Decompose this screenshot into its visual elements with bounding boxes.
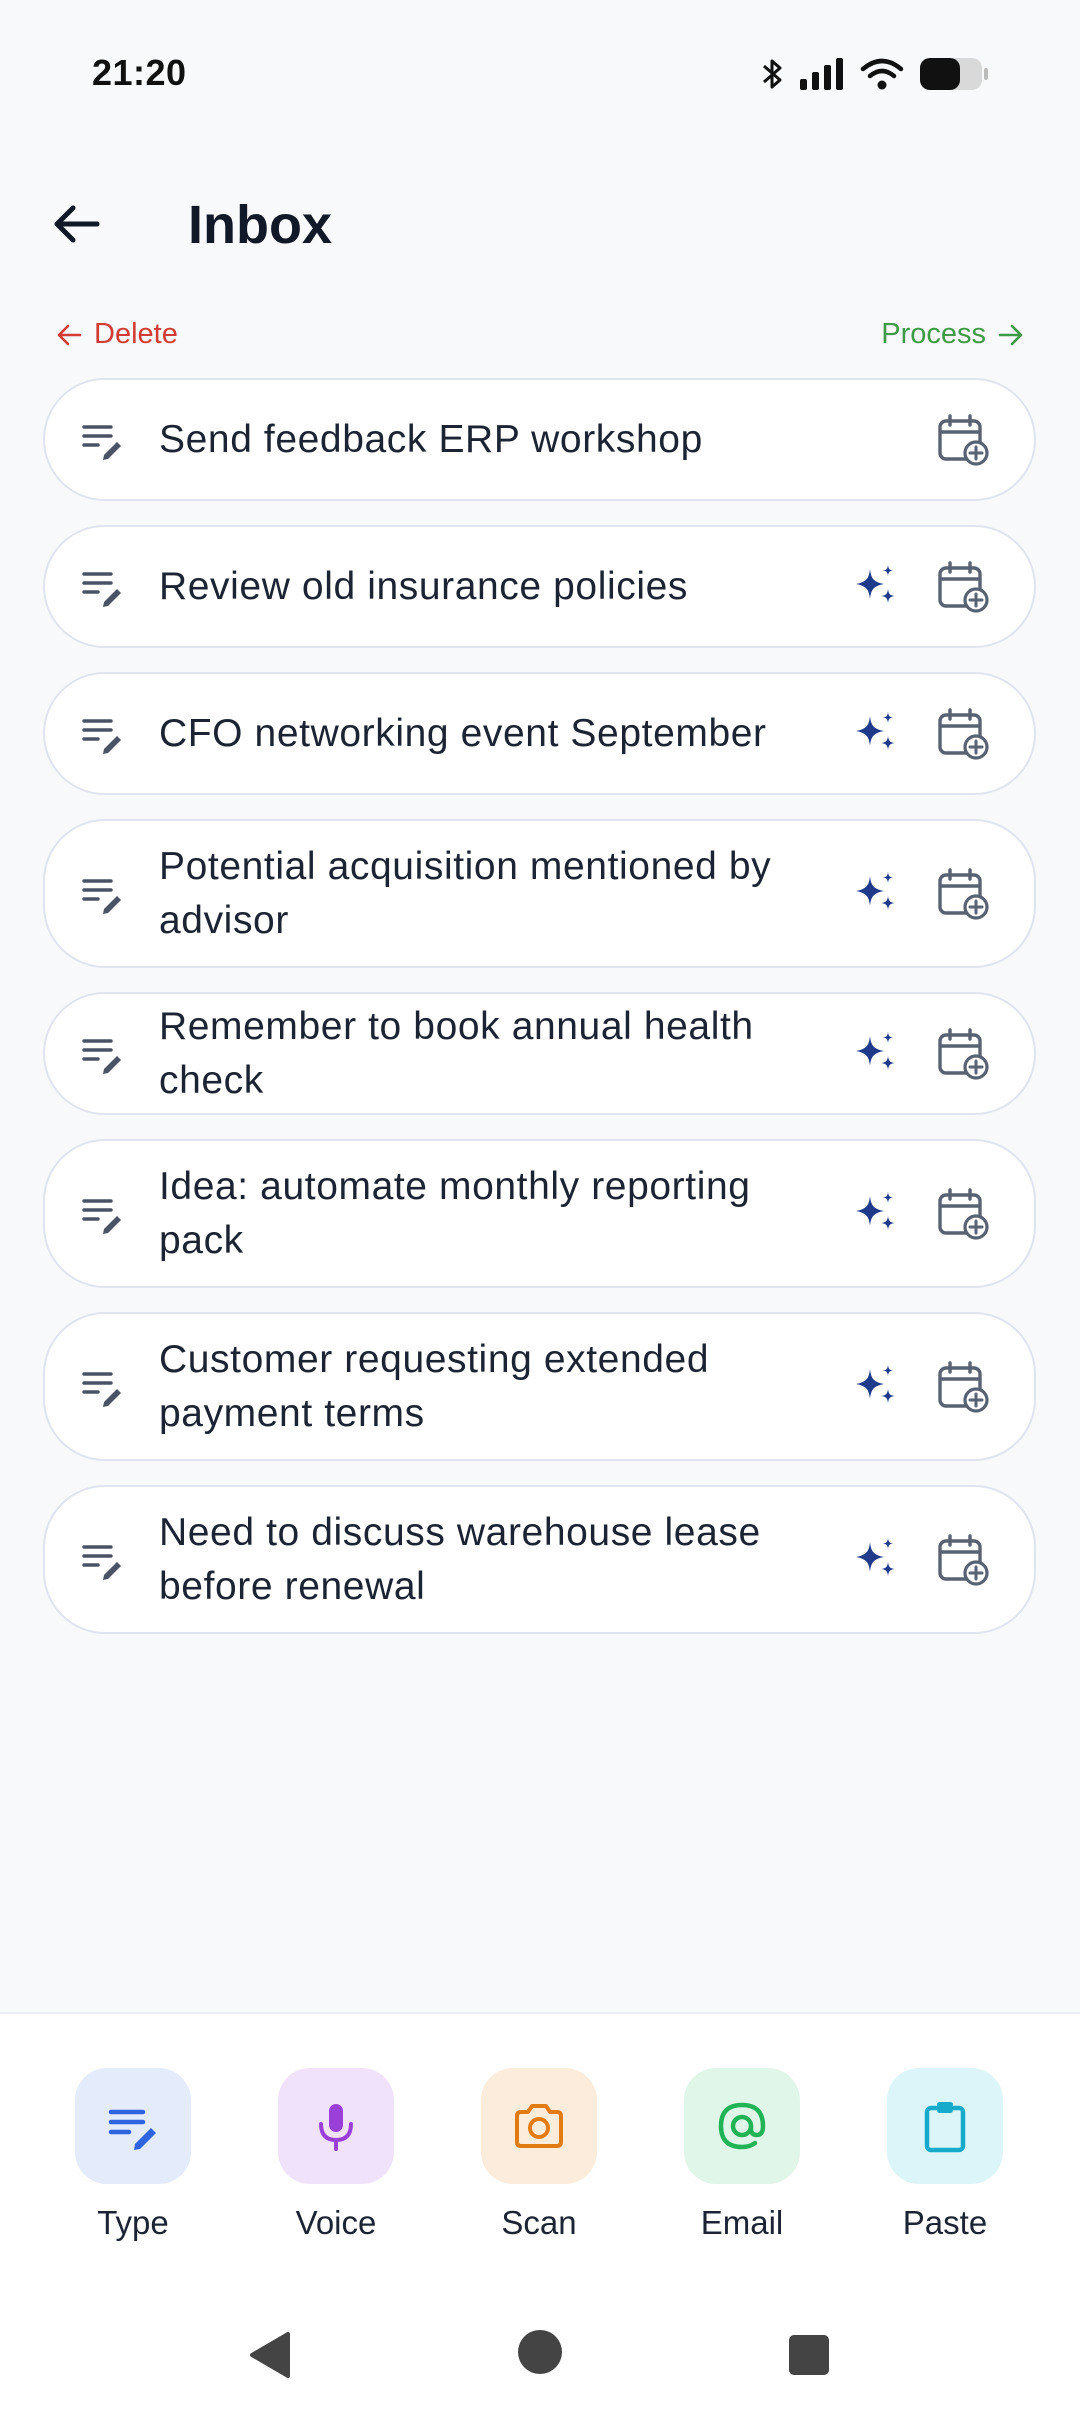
arrow-left-icon: [54, 205, 100, 243]
calendar-add-icon[interactable]: [936, 1533, 990, 1587]
calendar-add-icon[interactable]: [936, 413, 990, 467]
capture-scan-label: Scan: [501, 2204, 577, 2241]
inbox-item[interactable]: Need to discuss warehouse lease before r…: [43, 1485, 1036, 1634]
capture-scan-tile: [481, 2068, 597, 2184]
type-edit-icon: [108, 2109, 156, 2150]
capture-paste-label: Paste: [902, 2204, 988, 2241]
inbox-item[interactable]: Customer requesting extended payment ter…: [43, 1312, 1036, 1461]
capture-type-label: Type: [97, 2204, 169, 2241]
calendar-add-icon[interactable]: [936, 1187, 990, 1241]
process-action[interactable]: Process: [881, 318, 1024, 351]
capture-voice-tile: [278, 2068, 394, 2184]
ai-sparkle-icon[interactable]: [852, 1363, 900, 1411]
inbox-item-text: Potential acquisition mentioned by advis…: [159, 844, 772, 942]
bluetooth-icon: [760, 56, 784, 92]
capture-paste-button[interactable]: Paste: [855, 2068, 1035, 2242]
calendar-add-icon[interactable]: [936, 707, 990, 761]
ai-sparkle-icon[interactable]: [852, 870, 900, 918]
status-time: 21:20: [92, 52, 187, 93]
battery-icon: [918, 56, 990, 92]
inbox-item-text: Idea: automate monthly reporting pack: [159, 1164, 751, 1262]
note-icon: [81, 1365, 125, 1409]
page-title: Inbox: [188, 195, 332, 255]
header: Inbox: [0, 180, 1080, 270]
microphone-icon: [319, 2104, 353, 2151]
camera-icon: [515, 2104, 563, 2148]
note-icon: [81, 872, 125, 916]
inbox-item[interactable]: Review old insurance policies: [43, 525, 1036, 648]
calendar-add-icon[interactable]: [936, 560, 990, 614]
nav-home-button[interactable]: [516, 2328, 564, 2381]
inbox-item[interactable]: CFO networking event September: [43, 672, 1036, 795]
note-icon: [81, 1192, 125, 1236]
capture-email-tile: [684, 2068, 800, 2184]
system-nav-bar: [0, 2300, 1080, 2410]
note-icon: [81, 1538, 125, 1582]
square-recents-icon: [789, 2335, 829, 2375]
capture-type-button[interactable]: Type: [43, 2068, 223, 2242]
capture-paste-tile: [887, 2068, 1003, 2184]
nav-recents-button[interactable]: [788, 2334, 830, 2381]
inbox-item-text: Customer requesting extended payment ter…: [159, 1337, 710, 1435]
capture-email-button[interactable]: Email: [652, 2068, 832, 2242]
ai-sparkle-icon[interactable]: [852, 1030, 900, 1078]
calendar-add-icon[interactable]: [936, 1027, 990, 1081]
delete-label: Delete: [94, 318, 178, 350]
inbox-item-text: Need to discuss warehouse lease before r…: [159, 1510, 761, 1608]
signal-icon: [798, 57, 846, 91]
ai-sparkle-icon[interactable]: [852, 563, 900, 611]
ai-sparkle-icon[interactable]: [852, 710, 900, 758]
note-icon: [81, 1032, 125, 1076]
inbox-screen: 21:20 Inbox Delete Process Send feedback…: [0, 0, 1080, 2424]
capture-voice-label: Voice: [295, 2204, 377, 2241]
delete-action[interactable]: Delete: [56, 318, 178, 351]
back-button[interactable]: [40, 188, 112, 260]
capture-email-label: Email: [700, 2204, 784, 2241]
inbox-item-text: Send feedback ERP workshop: [159, 417, 703, 461]
inbox-item[interactable]: Potential acquisition mentioned by advis…: [43, 819, 1036, 968]
wifi-icon: [860, 57, 904, 91]
inbox-item[interactable]: Send feedback ERP workshop: [43, 378, 1036, 501]
status-icons: [760, 56, 990, 92]
triangle-back-icon: [250, 2332, 290, 2378]
note-icon: [81, 712, 125, 756]
ai-sparkle-icon[interactable]: [852, 1190, 900, 1238]
inbox-item-text: Remember to book annual health check: [159, 1004, 754, 1102]
nav-back-button[interactable]: [246, 2330, 294, 2385]
status-bar: 21:20: [0, 0, 1080, 150]
calendar-add-icon[interactable]: [936, 1360, 990, 1414]
ai-sparkle-icon[interactable]: [852, 1536, 900, 1584]
capture-scan-button[interactable]: Scan: [449, 2068, 629, 2242]
swipe-actions-hint: Delete Process: [0, 318, 1080, 362]
inbox-item[interactable]: Idea: automate monthly reporting pack: [43, 1139, 1036, 1288]
capture-type-tile: [75, 2068, 191, 2184]
circle-home-icon: [518, 2330, 562, 2374]
calendar-add-icon[interactable]: [936, 867, 990, 921]
arrow-left-icon: [57, 324, 82, 345]
inbox-item-text: CFO networking event September: [159, 711, 767, 755]
inbox-item[interactable]: Remember to book annual health check: [43, 992, 1036, 1115]
clipboard-icon: [924, 2102, 966, 2153]
note-icon: [81, 418, 125, 462]
note-icon: [81, 565, 125, 609]
inbox-item-text: Review old insurance policies: [159, 564, 688, 608]
at-sign-icon: [718, 2102, 766, 2150]
inbox-list: Send feedback ERP workshop Review old ins…: [43, 378, 1036, 1658]
process-label: Process: [881, 318, 986, 350]
arrow-right-icon: [998, 324, 1023, 345]
capture-voice-button[interactable]: Voice: [246, 2068, 426, 2242]
